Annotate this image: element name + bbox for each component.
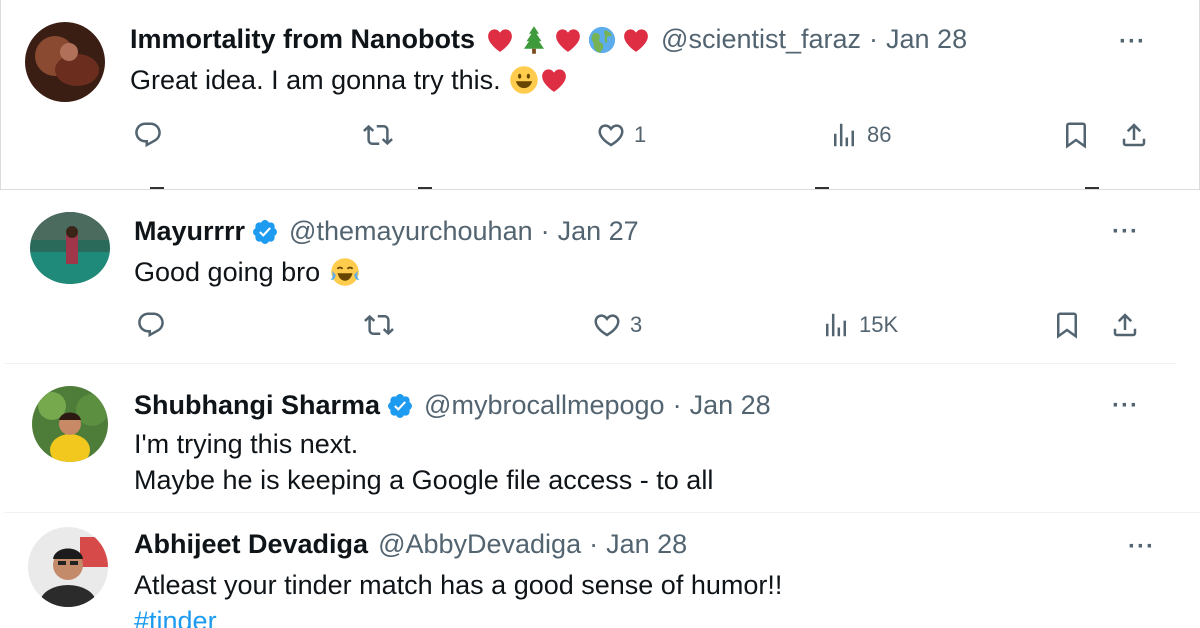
views-icon bbox=[821, 310, 851, 340]
tweet-text-content: Good going bro bbox=[134, 257, 321, 287]
bookmark-button[interactable] bbox=[1052, 310, 1082, 340]
like-count: 1 bbox=[634, 122, 647, 147]
tweet-date[interactable]: Jan 27 bbox=[558, 216, 639, 247]
bookmark-icon bbox=[1052, 310, 1082, 340]
smiley-emoji-icon bbox=[509, 65, 539, 95]
user-header: Shubhangi Sharma @mybrocallmepogo · Jan … bbox=[134, 390, 771, 421]
like-count: 3 bbox=[630, 312, 643, 337]
tweet-text: Good going bro bbox=[134, 254, 360, 290]
bookmark-button[interactable] bbox=[1061, 120, 1091, 150]
views-button[interactable]: 86 bbox=[829, 120, 891, 150]
heart-emoji-icon bbox=[621, 25, 651, 55]
view-count: 15K bbox=[859, 312, 899, 337]
share-button[interactable] bbox=[1110, 310, 1140, 340]
divider bbox=[0, 186, 1200, 190]
like-button[interactable]: 1 bbox=[596, 120, 646, 150]
avatar[interactable] bbox=[30, 212, 110, 284]
separator-dot: · bbox=[672, 390, 682, 420]
bookmark-icon bbox=[1061, 120, 1091, 150]
user-header: Mayurrrr @themayurchouhan · Jan 27 bbox=[134, 216, 639, 247]
heart-emoji-icon bbox=[553, 25, 583, 55]
avatar[interactable] bbox=[32, 386, 108, 462]
heart-emoji-icon bbox=[539, 65, 569, 95]
more-options-icon[interactable]: ··· bbox=[1112, 218, 1139, 246]
name-emojis bbox=[485, 25, 651, 55]
retweet-icon bbox=[363, 120, 393, 150]
tweet-text: Great idea. I am gonna try this. bbox=[130, 62, 569, 98]
christmas-tree-emoji-icon bbox=[519, 25, 549, 55]
retweet-button[interactable] bbox=[364, 310, 394, 340]
views-button[interactable]: 15K bbox=[821, 310, 898, 340]
verified-badge-icon bbox=[251, 218, 279, 246]
tweet-actions: 1 86 bbox=[1, 120, 1199, 160]
tweet-text-line-2: Maybe he is keeping a Google file access… bbox=[134, 465, 714, 495]
reply-tweet[interactable]: Immortality from Nanobots @scientist_far… bbox=[0, 0, 1200, 190]
retweet-button[interactable] bbox=[363, 120, 393, 150]
share-icon bbox=[1119, 120, 1149, 150]
tweet-date[interactable]: Jan 28 bbox=[886, 24, 967, 55]
reply-button[interactable] bbox=[133, 120, 163, 150]
user-handle[interactable]: @scientist_faraz bbox=[661, 24, 861, 55]
reply-icon bbox=[133, 120, 163, 150]
tweet-date[interactable]: Jan 28 bbox=[606, 529, 687, 560]
more-options-icon[interactable]: ··· bbox=[1119, 28, 1146, 56]
tears-of-joy-emoji-icon bbox=[330, 257, 360, 287]
reply-icon bbox=[136, 310, 166, 340]
reply-tweet[interactable]: Mayurrrr @themayurchouhan · Jan 27 ··· G… bbox=[4, 194, 1176, 364]
like-button[interactable]: 3 bbox=[592, 310, 642, 340]
display-name[interactable]: Shubhangi Sharma bbox=[134, 390, 380, 421]
separator-dot: · bbox=[589, 529, 599, 559]
display-name[interactable]: Abhijeet Devadiga bbox=[134, 529, 368, 560]
views-icon bbox=[829, 120, 859, 150]
display-name[interactable]: Immortality from Nanobots bbox=[130, 24, 475, 55]
verified-badge-icon bbox=[386, 392, 414, 420]
heart-icon bbox=[592, 310, 622, 340]
retweet-icon bbox=[364, 310, 394, 340]
reply-tweet[interactable]: Shubhangi Sharma @mybrocallmepogo · Jan … bbox=[4, 366, 1176, 512]
tweet-date[interactable]: Jan 28 bbox=[690, 390, 771, 421]
tweet-text-line-1: I'm trying this next. bbox=[134, 429, 359, 459]
hashtag-link[interactable]: #tinder bbox=[134, 603, 217, 628]
display-name[interactable]: Mayurrrr bbox=[134, 216, 245, 247]
reply-button[interactable] bbox=[136, 310, 166, 340]
more-options-icon[interactable]: ··· bbox=[1128, 533, 1155, 561]
globe-emoji-icon bbox=[587, 25, 617, 55]
avatar[interactable] bbox=[28, 527, 108, 607]
user-handle[interactable]: @themayurchouhan bbox=[289, 216, 533, 247]
heart-icon bbox=[596, 120, 626, 150]
user-handle[interactable]: @mybrocallmepogo bbox=[424, 390, 665, 421]
view-count: 86 bbox=[867, 122, 892, 147]
heart-emoji-icon bbox=[485, 25, 515, 55]
user-header: Abhijeet Devadiga @AbbyDevadiga · Jan 28 bbox=[134, 529, 687, 560]
tweet-text: Atleast your tinder match has a good sen… bbox=[134, 570, 783, 600]
tweet-text-content: Great idea. I am gonna try this. bbox=[130, 65, 501, 95]
reply-tweet[interactable]: Abhijeet Devadiga @AbbyDevadiga · Jan 28… bbox=[4, 512, 1200, 628]
separator-dot: · bbox=[540, 216, 550, 246]
tweet-actions: 3 15K bbox=[4, 310, 1176, 350]
separator-dot: · bbox=[869, 24, 879, 54]
share-button[interactable] bbox=[1119, 120, 1149, 150]
share-icon bbox=[1110, 310, 1140, 340]
user-header: Immortality from Nanobots @scientist_far… bbox=[130, 24, 967, 55]
more-options-icon[interactable]: ··· bbox=[1112, 392, 1139, 420]
avatar[interactable] bbox=[25, 22, 105, 102]
user-handle[interactable]: @AbbyDevadiga bbox=[378, 529, 581, 560]
